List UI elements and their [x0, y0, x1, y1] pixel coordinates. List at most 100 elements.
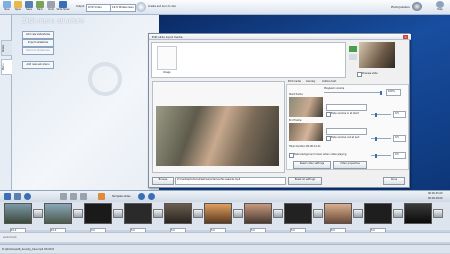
fade-bg-knob[interactable]	[375, 153, 377, 158]
tab-edit-media[interactable]: Edit media	[288, 80, 301, 83]
brand-label: PhotoJukebox	[391, 5, 410, 9]
slide-thumbnail[interactable]	[204, 203, 232, 224]
image-thumbnail[interactable]	[157, 46, 177, 70]
tab-overlay[interactable]: Overlay	[306, 80, 315, 83]
slide-thumbnail[interactable]	[284, 203, 312, 224]
output-label: Output	[76, 5, 85, 8]
fade-out-value[interactable]: 0.5	[393, 135, 406, 142]
end-time-field[interactable]	[326, 128, 367, 135]
slide-thumbnail[interactable]	[84, 203, 112, 224]
output-select[interactable]: DVD Video	[86, 4, 112, 12]
video-properties-button[interactable]: Video properties	[333, 161, 367, 169]
slide-thumbnail[interactable]	[324, 203, 352, 224]
start-time-field[interactable]	[326, 104, 367, 111]
help-icon	[436, 1, 444, 8]
main-toolbar: New Open Save Back Undo Slide Show Outpu…	[0, 0, 450, 15]
transition-icon[interactable]	[393, 209, 403, 218]
fade-in-label: Fade volume in at start	[331, 112, 359, 115]
add-submenu-button[interactable]: Add new sub-menu	[22, 61, 54, 69]
tool-icon[interactable]	[98, 193, 105, 200]
transition-icon[interactable]	[193, 209, 203, 218]
fade-in-knob[interactable]	[375, 112, 377, 117]
film-reel-icon	[88, 62, 122, 96]
transition-icon[interactable]	[353, 209, 363, 218]
slide-show-button[interactable]: Slide Show	[56, 1, 70, 14]
volume-value[interactable]: 100%	[386, 89, 401, 96]
close-icon[interactable]: ×	[403, 35, 408, 39]
reset-video-settings-button[interactable]: Reset video settings	[293, 161, 331, 169]
cut-icon[interactable]	[70, 193, 77, 200]
add-media-icon[interactable]	[349, 46, 357, 52]
fade-out-label: Fade volume out at end	[331, 136, 360, 139]
play-icon[interactable]	[138, 193, 145, 200]
slide-thumbnail[interactable]	[44, 203, 72, 224]
fade-in-value[interactable]: 0.5	[393, 111, 406, 118]
file-path-field[interactable]: Z:\media\photos\slideshow\video\surfer-s…	[175, 177, 286, 185]
aspect-select[interactable]: 16:9 Widescreen	[110, 4, 136, 12]
start-frame-thumbnail	[289, 97, 323, 117]
browse-button[interactable]: Browse	[152, 177, 174, 185]
help-button[interactable]: Help	[434, 1, 446, 14]
slideshow-icon	[59, 1, 67, 8]
slide-thumbnail[interactable]	[364, 203, 392, 224]
start-frame-label: Start frame	[289, 93, 303, 96]
transition-icon[interactable]	[33, 209, 43, 218]
slide-preview-thumbnail	[359, 42, 395, 68]
folder-icon	[14, 1, 22, 8]
done-button[interactable]: Done	[383, 177, 405, 185]
dialog-title: Edit slide input media	[149, 34, 411, 40]
timeline-toolbar: Template slides 00:00:25.00 00:00:18.00	[0, 190, 450, 202]
media-list: Image	[151, 42, 346, 78]
transition-icon[interactable]	[233, 209, 243, 218]
audio-track-label: Audio track	[3, 236, 17, 239]
slide-thumbnail[interactable]	[244, 203, 272, 224]
remove-media-icon[interactable]	[349, 54, 357, 60]
transition-icon[interactable]	[433, 209, 443, 218]
edit-media-dialog: Edit slide input media × Image Preview s…	[148, 33, 411, 188]
transition-icon[interactable]	[273, 209, 283, 218]
timeline-time: 00:00:25.00	[428, 192, 443, 195]
fade-bg-music-label: Fade background music when video playing	[294, 153, 347, 156]
undo-icon	[47, 1, 55, 8]
end-frame-thumbnail	[289, 123, 323, 141]
video-preview-area	[152, 81, 285, 173]
add-slideshows-button[interactable]: Add new slideshows	[22, 31, 54, 39]
edit-slide-icon[interactable]	[14, 193, 21, 200]
transition-icon[interactable]	[153, 209, 163, 218]
slide-thumbnail[interactable]	[124, 203, 152, 224]
volume-slider[interactable]	[324, 90, 382, 95]
create-burn-button[interactable]: Create and burn to disc	[148, 5, 176, 8]
slide-thumbnail[interactable]	[404, 203, 432, 224]
fade-bg-slider[interactable]	[371, 153, 391, 158]
end-frame-label: End frame	[289, 119, 302, 122]
image-label: Image	[163, 71, 171, 74]
playback-volume-label: Playback volume	[324, 87, 345, 90]
slide-thumbnail[interactable]	[164, 203, 192, 224]
slide-thumbnail[interactable]	[4, 203, 32, 224]
transition-icon[interactable]	[73, 209, 83, 218]
copy-icon[interactable]	[80, 193, 87, 200]
fade-out-slider[interactable]	[371, 136, 391, 141]
template-slides-label[interactable]: Template slides	[112, 195, 130, 198]
tab-outline-text[interactable]: Outline text	[322, 80, 336, 83]
remove-slideshows-button[interactable]: Remove slideshows	[22, 47, 54, 55]
import-slideshow-button[interactable]: Import slideshow	[22, 39, 54, 47]
fade-out-knob[interactable]	[375, 136, 377, 141]
fade-bg-value[interactable]: 0.5	[393, 152, 406, 159]
delete-icon[interactable]	[60, 193, 67, 200]
reset-all-settings-button[interactable]: Reset all settings	[288, 177, 322, 185]
fade-in-slider[interactable]	[371, 112, 391, 117]
transition-icon[interactable]	[313, 209, 323, 218]
forward-icon[interactable]	[148, 193, 155, 200]
volume-knob[interactable]	[380, 90, 382, 95]
video-frame	[156, 106, 279, 166]
transition-icon[interactable]	[113, 209, 123, 218]
rotate-icon[interactable]	[24, 193, 31, 200]
left-tab-strip: Slides Menu	[0, 15, 13, 190]
status-bar: D:\photos\edit_bounty_has.mp4 00:00:0	[0, 244, 450, 253]
audio-track-row[interactable]: Audio track	[0, 232, 450, 242]
menu-panel-title: Disk menu structure	[22, 18, 85, 25]
logo-icon	[412, 2, 422, 11]
add-slide-icon[interactable]	[4, 193, 11, 200]
disc-icon[interactable]	[136, 2, 146, 12]
